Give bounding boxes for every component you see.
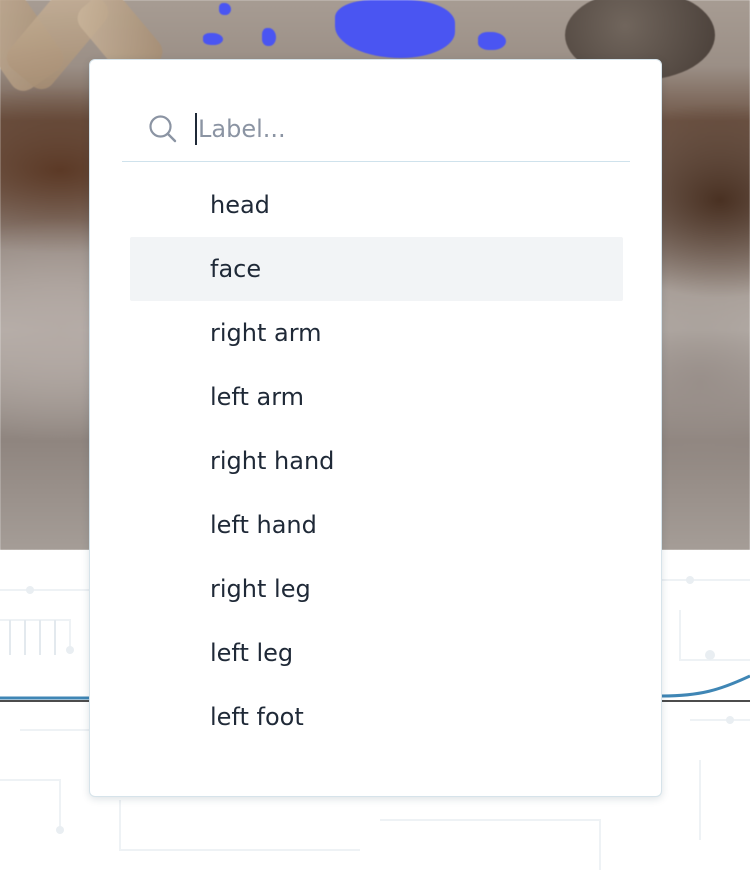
mask-fragment (262, 28, 276, 46)
label-option[interactable]: face (130, 237, 623, 301)
page: headfaceright armleft armright handleft … (0, 0, 750, 874)
label-option[interactable]: left hand (130, 493, 623, 557)
label-search-input[interactable] (198, 108, 618, 150)
label-dropdown: headfaceright armleft armright handleft … (89, 59, 662, 797)
label-option[interactable]: left leg (130, 621, 623, 685)
mask-fragment (478, 32, 506, 50)
mask-fragment (219, 3, 231, 15)
label-option[interactable]: left arm (130, 365, 623, 429)
text-caret (195, 113, 197, 145)
mask-fragment (335, 0, 455, 58)
label-option[interactable]: right leg (130, 557, 623, 621)
label-option[interactable]: right hand (130, 429, 623, 493)
label-option[interactable]: left foot (130, 685, 623, 749)
search-row (122, 100, 630, 162)
label-option[interactable]: head (130, 173, 623, 237)
curve-right (661, 674, 750, 698)
mask-fragment (203, 33, 223, 45)
label-options-list: head face right arm left arm right hand left … (130, 173, 623, 749)
label-option[interactable]: right arm (130, 301, 623, 365)
search-icon (149, 115, 177, 143)
